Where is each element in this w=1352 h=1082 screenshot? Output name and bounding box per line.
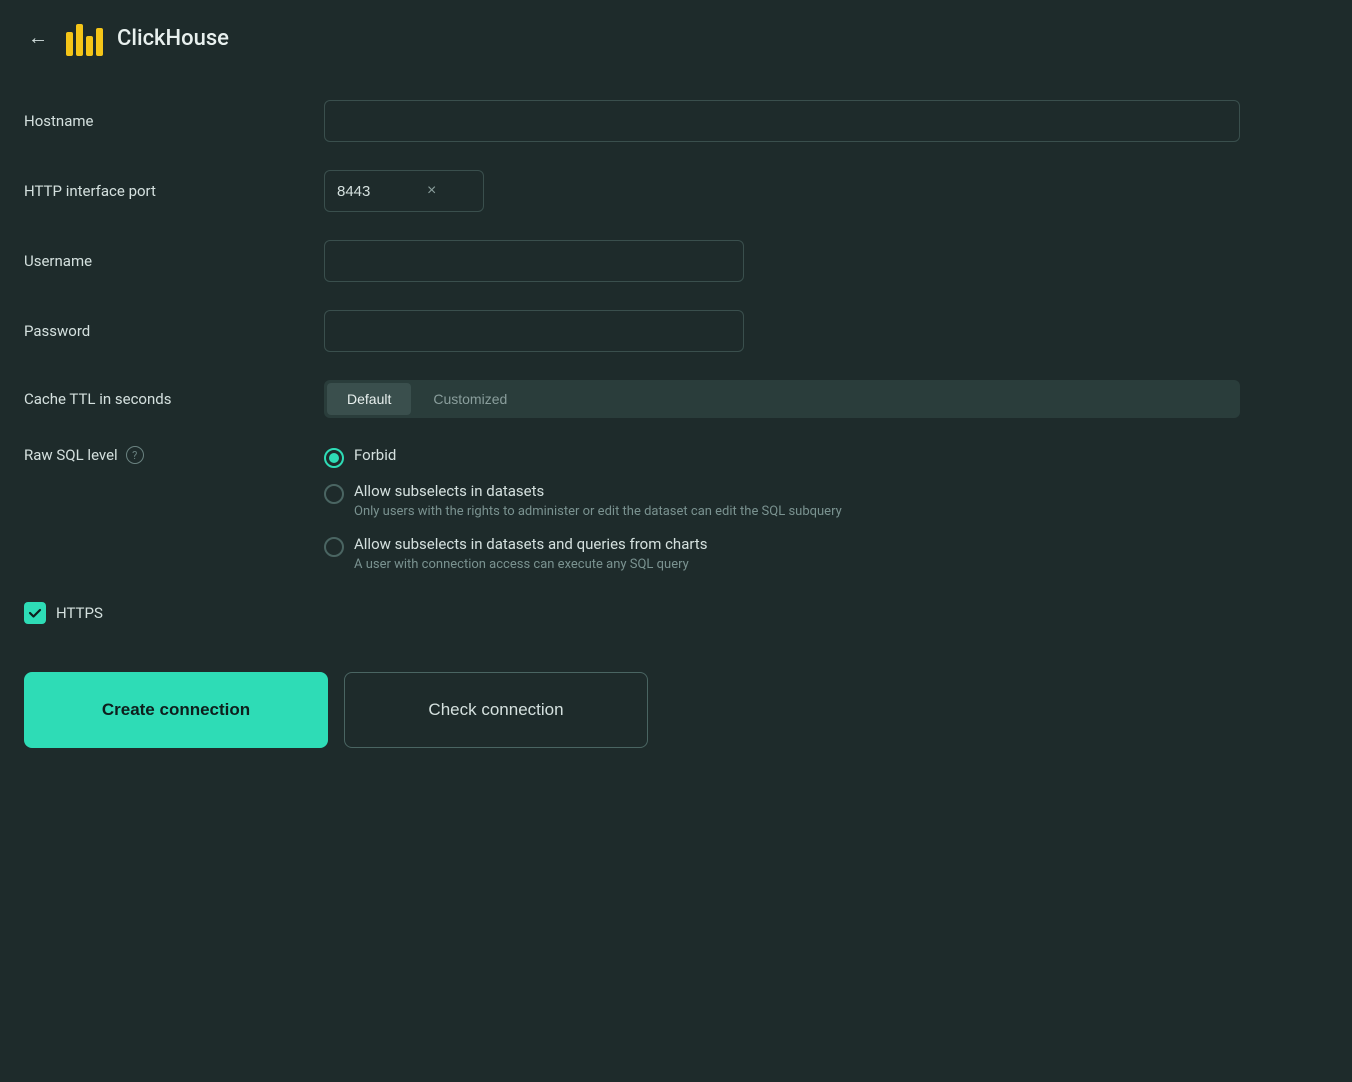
raw-sql-allow-all-option[interactable]: Allow subselects in datasets and queries… xyxy=(324,535,1240,574)
http-port-field: × xyxy=(324,170,1240,212)
username-field xyxy=(324,240,1240,282)
cache-ttl-customized-button[interactable]: Customized xyxy=(413,383,527,415)
cache-ttl-field: Default Customized xyxy=(324,380,1240,418)
hostname-input[interactable] xyxy=(324,100,1240,142)
raw-sql-label: Raw SQL level xyxy=(24,446,118,464)
password-row: Password xyxy=(24,310,1240,352)
raw-sql-label-group: Raw SQL level ? xyxy=(24,446,324,464)
logo-bar-3 xyxy=(86,36,93,56)
https-row: HTTPS xyxy=(24,602,1240,624)
hostname-row: Hostname xyxy=(24,100,1240,142)
form-container: Hostname HTTP interface port × Username xyxy=(0,76,1280,788)
http-port-row: HTTP interface port × xyxy=(24,170,1240,212)
cache-ttl-label: Cache TTL in seconds xyxy=(24,390,324,408)
raw-sql-allow-all-label: Allow subselects in datasets and queries… xyxy=(354,535,707,553)
cache-ttl-toggle-group: Default Customized xyxy=(324,380,1240,418)
password-label: Password xyxy=(24,322,324,340)
port-clear-button[interactable]: × xyxy=(425,180,438,202)
raw-sql-allow-subselects-option[interactable]: Allow subselects in datasets Only users … xyxy=(324,482,1240,521)
port-input-wrapper: × xyxy=(324,170,484,212)
create-connection-button[interactable]: Create connection xyxy=(24,672,328,748)
raw-sql-allow-all-radio[interactable] xyxy=(324,537,344,557)
logo-bar-4 xyxy=(96,28,103,56)
logo-bar-2 xyxy=(76,24,83,56)
page-title: ClickHouse xyxy=(117,26,229,51)
hostname-field xyxy=(324,100,1240,142)
checkmark-icon xyxy=(28,606,42,620)
http-port-label: HTTP interface port xyxy=(24,182,324,200)
raw-sql-allow-subselects-label: Allow subselects in datasets xyxy=(354,482,842,500)
http-port-input[interactable] xyxy=(337,183,417,200)
username-row: Username xyxy=(24,240,1240,282)
header: ← ClickHouse xyxy=(0,0,1352,76)
username-label: Username xyxy=(24,252,324,270)
check-connection-button[interactable]: Check connection xyxy=(344,672,648,748)
raw-sql-forbid-text: Forbid xyxy=(354,446,396,464)
password-field xyxy=(324,310,1240,352)
logo-bar-1 xyxy=(66,32,73,56)
raw-sql-allow-subselects-text: Allow subselects in datasets Only users … xyxy=(354,482,842,521)
page-container: ← ClickHouse Hostname HTTP interface por… xyxy=(0,0,1352,1082)
https-label: HTTPS xyxy=(56,604,103,622)
clickhouse-logo xyxy=(66,20,103,56)
help-icon[interactable]: ? xyxy=(126,446,144,464)
raw-sql-radio-group: Forbid Allow subselects in datasets Only… xyxy=(324,446,1240,574)
username-input[interactable] xyxy=(324,240,744,282)
hostname-label: Hostname xyxy=(24,112,324,130)
button-row: Create connection Check connection xyxy=(24,672,1240,748)
raw-sql-row: Raw SQL level ? Forbid xyxy=(24,446,1240,574)
raw-sql-allow-all-text: Allow subselects in datasets and queries… xyxy=(354,535,707,574)
raw-sql-field: Forbid Allow subselects in datasets Only… xyxy=(324,446,1240,574)
raw-sql-forbid-option[interactable]: Forbid xyxy=(324,446,1240,468)
password-input[interactable] xyxy=(324,310,744,352)
raw-sql-allow-subselects-description: Only users with the rights to administer… xyxy=(354,503,842,521)
raw-sql-allow-all-description: A user with connection access can execut… xyxy=(354,556,707,574)
cache-ttl-default-button[interactable]: Default xyxy=(327,383,411,415)
back-button[interactable]: ← xyxy=(24,23,52,54)
raw-sql-forbid-label: Forbid xyxy=(354,446,396,464)
https-checkbox[interactable] xyxy=(24,602,46,624)
raw-sql-allow-subselects-radio[interactable] xyxy=(324,484,344,504)
cache-ttl-row: Cache TTL in seconds Default Customized xyxy=(24,380,1240,418)
raw-sql-forbid-radio[interactable] xyxy=(324,448,344,468)
